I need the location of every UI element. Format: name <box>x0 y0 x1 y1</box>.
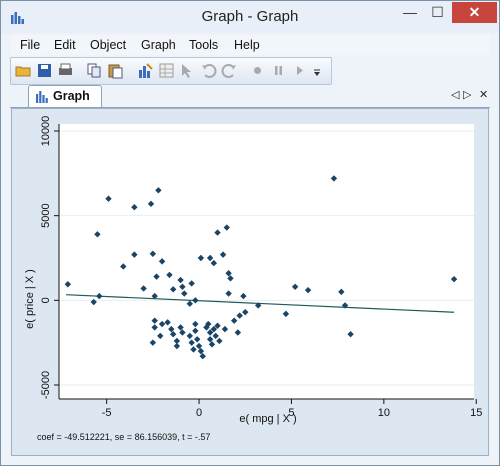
copy-icon[interactable] <box>86 62 103 79</box>
y-tick-label: 10000 <box>40 116 52 147</box>
overflow-icon[interactable] <box>312 62 322 79</box>
graph-tab-icon <box>36 91 48 103</box>
maximize-button[interactable]: ☐ <box>424 2 451 23</box>
y-tick-label: -5000 <box>40 371 52 399</box>
tab-graph[interactable]: Graph <box>28 85 102 107</box>
scatter-chart: -50000500010000 -5 0 5 10 15 e( price | X ) … <box>24 116 482 442</box>
regression-note: coef = -49.512221, se = 86.156039, t = -… <box>37 432 210 442</box>
minimize-button[interactable]: — <box>396 2 424 23</box>
tab-label: Graph <box>53 89 90 103</box>
tab-prev-icon[interactable]: ◁ <box>451 88 459 101</box>
x-tick-label: 15 <box>470 407 482 419</box>
menu-help[interactable]: Help <box>234 38 260 52</box>
close-button[interactable]: ✕ <box>452 2 497 23</box>
tab-close-icon[interactable]: ✕ <box>479 88 488 101</box>
menu-edit[interactable]: Edit <box>54 38 76 52</box>
x-tick-label: 0 <box>196 407 202 419</box>
app-window: Graph - Graph — ☐ ✕ File Edit Object Gra… <box>0 0 500 466</box>
pointer-icon[interactable] <box>179 62 196 79</box>
y-tick-label: 5000 <box>40 203 52 227</box>
y-axis-label: e( price | X ) <box>24 269 36 329</box>
tab-next-icon[interactable]: ▷ <box>463 88 471 101</box>
title-bar: Graph - Graph — ☐ ✕ <box>1 1 499 33</box>
y-axis: -5000 0 5000 10000 <box>40 116 60 399</box>
x-axis-label: e( mpg | X ) <box>239 413 296 425</box>
save-icon[interactable] <box>36 62 53 79</box>
graph-editor-icon[interactable] <box>137 62 154 79</box>
pause-icon[interactable] <box>270 62 287 79</box>
paste-icon[interactable] <box>107 62 124 79</box>
open-icon[interactable] <box>15 62 32 79</box>
toolbar <box>10 57 332 85</box>
menu-object[interactable]: Object <box>90 38 126 52</box>
plot-area <box>59 124 474 399</box>
menu-bar: File Edit Object Graph Tools Help <box>10 35 490 55</box>
menu-file[interactable]: File <box>20 38 40 52</box>
record-icon[interactable] <box>249 62 266 79</box>
play-icon[interactable] <box>291 62 308 79</box>
tab-strip: Graph ◁ ▷ ✕ <box>10 85 490 108</box>
print-icon[interactable] <box>57 62 74 79</box>
graph-area: -5000 0 5000 10000 -5 0 5 10 15 e( price | X ) … <box>11 108 489 456</box>
y-tick-label: 0 <box>40 297 52 303</box>
redo-icon[interactable] <box>221 62 238 79</box>
x-tick-label: 10 <box>378 407 390 419</box>
menu-tools[interactable]: Tools <box>189 38 218 52</box>
undo-icon[interactable] <box>200 62 217 79</box>
x-tick-label: -5 <box>102 407 112 419</box>
menu-graph[interactable]: Graph <box>141 38 176 52</box>
data-editor-icon[interactable] <box>158 62 175 79</box>
